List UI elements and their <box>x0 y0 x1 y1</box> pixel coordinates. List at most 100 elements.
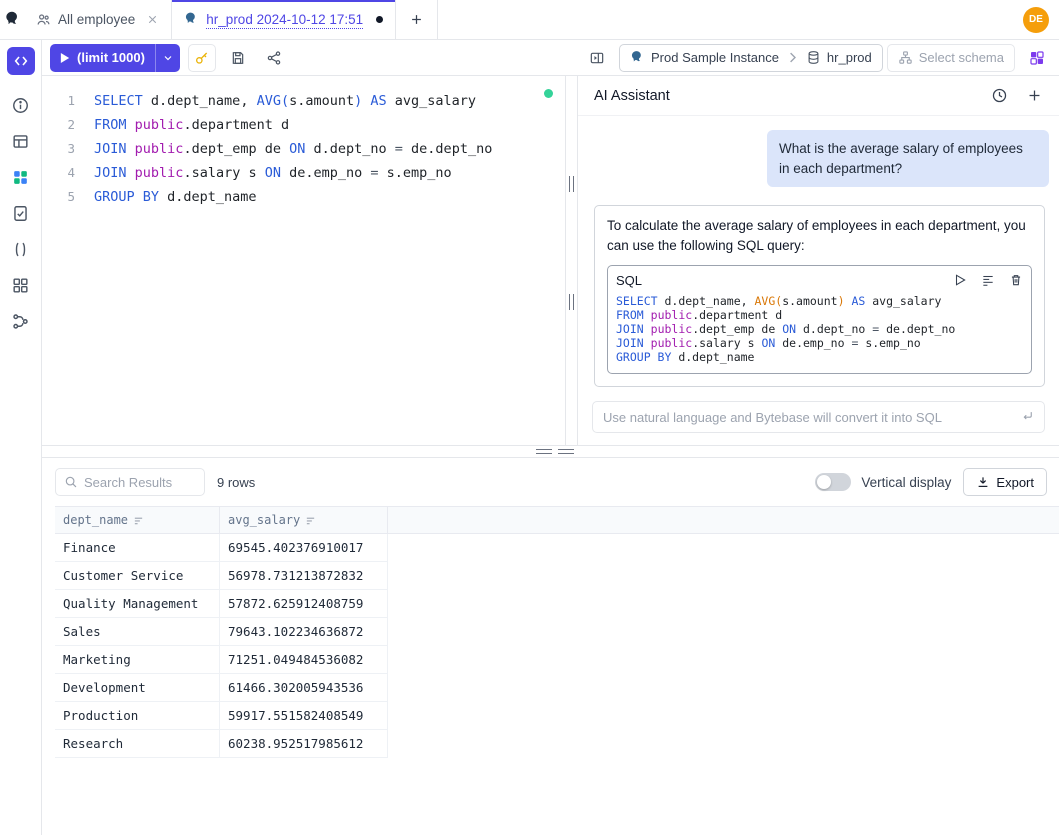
sidebar-item-connections[interactable] <box>0 303 41 339</box>
run-options-caret[interactable] <box>156 44 180 72</box>
chat-sql-line: FROM public.department d <box>616 308 1023 322</box>
line-number: 2 <box>42 113 94 137</box>
sidebar-item-functions[interactable] <box>0 231 41 267</box>
run-sql-button[interactable] <box>953 273 967 287</box>
search-results-box[interactable] <box>55 468 205 496</box>
table-row[interactable]: Production59917.551582408549 <box>55 702 388 730</box>
new-tab-button[interactable] <box>396 0 438 39</box>
sidebar-item-schema-diagram[interactable] <box>0 159 41 195</box>
table-header-row: dept_name avg_salary <box>55 506 1059 534</box>
line-number: 3 <box>42 137 94 161</box>
export-button[interactable]: Export <box>963 468 1047 496</box>
row-count: 9 rows <box>217 475 255 490</box>
chevron-down-icon <box>162 52 174 64</box>
ai-assistant-panel: AI Assistant What is the average salary … <box>578 76 1059 445</box>
table-row[interactable]: Finance69545.402376910017 <box>55 534 388 562</box>
table-row[interactable]: Development61466.302005943536 <box>55 674 388 702</box>
editor-line[interactable]: 3JOIN public.dept_emp de ON d.dept_no = … <box>42 137 565 161</box>
postgres-icon <box>184 12 199 27</box>
instance-name: Prod Sample Instance <box>651 50 779 65</box>
vertical-resize-handle[interactable] <box>565 76 578 445</box>
cell-avg-salary: 71251.049484536082 <box>220 646 388 673</box>
sidebar-item-sheets[interactable] <box>0 195 41 231</box>
plus-icon <box>1026 87 1043 104</box>
sql-editor[interactable]: 1SELECT d.dept_name, AVG(s.amount) AS av… <box>42 76 565 445</box>
cell-dept-name: Quality Management <box>55 590 220 617</box>
drag-grip-icon <box>558 449 574 454</box>
cell-dept-name: Sales <box>55 618 220 645</box>
cell-avg-salary: 59917.551582408549 <box>220 702 388 729</box>
insert-sql-button[interactable] <box>981 273 995 287</box>
cell-avg-salary: 79643.102234636872 <box>220 618 388 645</box>
table-row[interactable]: Research60238.952517985612 <box>55 730 388 758</box>
sidebar-item-info[interactable] <box>0 87 41 123</box>
play-icon <box>60 52 70 64</box>
table-row[interactable]: Sales79643.102234636872 <box>55 618 388 646</box>
ai-prompt-input[interactable] <box>592 401 1045 433</box>
chat-sql-line: JOIN public.dept_emp de ON d.dept_no = d… <box>616 322 1023 336</box>
new-chat-button[interactable] <box>1026 87 1043 104</box>
share-icon <box>266 50 282 66</box>
sidebar-item-result-table[interactable] <box>0 267 41 303</box>
purple-grid-icon <box>1029 50 1045 66</box>
user-message: What is the average salary of employees … <box>767 130 1049 187</box>
line-number: 5 <box>42 185 94 209</box>
drag-grip-icon <box>536 449 552 454</box>
vertical-display-toggle[interactable] <box>815 473 851 491</box>
horizontal-resize-handle[interactable] <box>42 445 1059 458</box>
run-button[interactable]: (limit 1000) <box>50 44 156 72</box>
assistant-message: To calculate the average salary of emplo… <box>594 205 1045 387</box>
column-header-dept-name[interactable]: dept_name <box>55 507 220 533</box>
connection-breadcrumb[interactable]: Prod Sample Instance hr_prod <box>619 44 883 72</box>
unsaved-indicator <box>376 16 383 23</box>
trash-icon <box>1009 273 1023 287</box>
avatar[interactable]: DE <box>1023 7 1049 33</box>
chat-sql-line: GROUP BY d.dept_name <box>616 350 1023 364</box>
cell-avg-salary: 69545.402376910017 <box>220 534 388 561</box>
table-row[interactable]: Marketing71251.049484536082 <box>55 646 388 674</box>
chevron-right-icon <box>785 50 800 65</box>
search-icon <box>64 475 78 489</box>
code-icon <box>13 53 29 69</box>
history-button[interactable] <box>991 87 1008 104</box>
search-results-input[interactable] <box>84 475 196 490</box>
tab-label: hr_prod 2024-10-12 17:51 <box>206 12 363 27</box>
editor-line[interactable]: 4JOIN public.salary s ON de.emp_no = s.e… <box>42 161 565 185</box>
sql-block-label: SQL <box>616 271 642 291</box>
editor-line[interactable]: 1SELECT d.dept_name, AVG(s.amount) AS av… <box>42 89 565 113</box>
grid-icon <box>11 276 30 295</box>
plus-icon <box>409 12 424 27</box>
tab-label: All employee <box>58 12 135 27</box>
assistant-intro-text: To calculate the average salary of emplo… <box>607 216 1032 257</box>
run-button-group: (limit 1000) <box>50 44 180 72</box>
save-icon <box>230 50 246 66</box>
table-row[interactable]: Quality Management57872.625912408759 <box>55 590 388 618</box>
delete-sql-button[interactable] <box>1009 273 1023 287</box>
close-tab-icon[interactable] <box>146 13 159 26</box>
sidebar-item-tables[interactable] <box>0 123 41 159</box>
sidebar-item-sql-editor[interactable] <box>7 47 35 75</box>
save-button[interactable] <box>224 44 252 72</box>
project-icon <box>36 12 51 27</box>
share-button[interactable] <box>260 44 288 72</box>
tab-all-employee[interactable]: All employee <box>24 0 172 39</box>
schema-editor-button[interactable] <box>1023 44 1051 72</box>
play-icon <box>953 273 967 287</box>
results-table: dept_name avg_salary Finance69545.402376… <box>55 506 1059 835</box>
admin-mode-button[interactable] <box>188 44 216 72</box>
database-name: hr_prod <box>827 50 872 65</box>
results-toolbar: 9 rows Vertical display Export <box>42 466 1059 498</box>
tab-hr-prod[interactable]: hr_prod 2024-10-12 17:51 <box>172 0 396 39</box>
editor-line[interactable]: 5GROUP BY d.dept_name <box>42 185 565 209</box>
layout-toggle-button[interactable] <box>583 44 611 72</box>
drag-grip-icon <box>569 176 574 192</box>
table-row[interactable]: Customer Service56978.731213872832 <box>55 562 388 590</box>
cell-dept-name: Finance <box>55 534 220 561</box>
column-header-avg-salary[interactable]: avg_salary <box>220 507 388 533</box>
sql-code-block: SQL <box>607 265 1032 375</box>
editor-line[interactable]: 2FROM public.department d <box>42 113 565 137</box>
enter-icon <box>1020 409 1035 429</box>
app-logo <box>0 0 24 39</box>
schema-select[interactable]: Select schema <box>887 44 1015 72</box>
ai-assistant-header: AI Assistant <box>578 76 1059 116</box>
